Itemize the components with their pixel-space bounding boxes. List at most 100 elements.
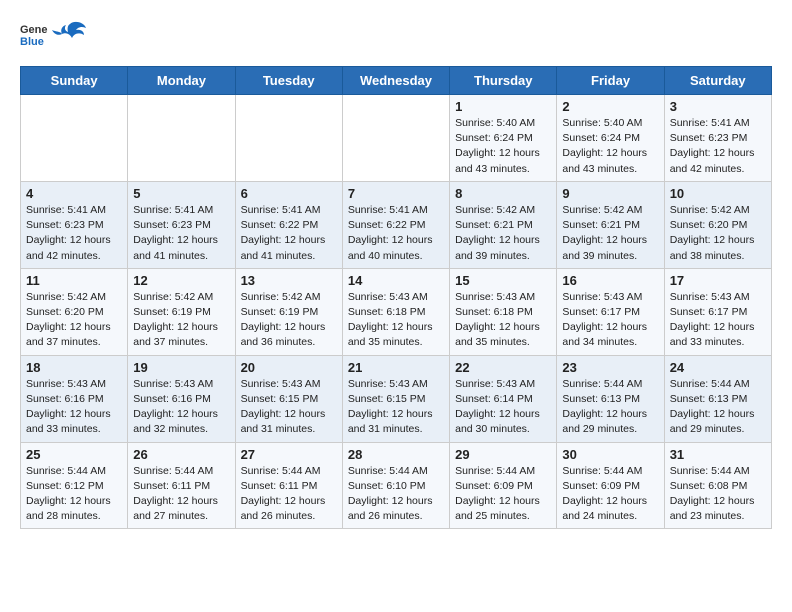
calendar-cell: 14Sunrise: 5:43 AM Sunset: 6:18 PM Dayli… xyxy=(342,268,449,355)
calendar-cell: 1 Sunrise: 5:40 AM Sunset: 6:24 PM Daylig… xyxy=(450,95,557,182)
weekday-header-wednesday: Wednesday xyxy=(342,67,449,95)
day-info: Sunrise: 5:43 AM Sunset: 6:17 PM Dayligh… xyxy=(562,290,658,351)
calendar-cell: 26 Sunrise: 5:44 AM Sunset: 6:11 PM Dayli… xyxy=(128,442,235,529)
day-info: Sunrise: 5:43 AM Sunset: 6:18 PM Dayligh… xyxy=(455,290,551,351)
calendar-week-row: 18 Sunrise: 5:43 AM Sunset: 6:16 PM Dayli… xyxy=(21,355,772,442)
calendar-cell xyxy=(235,95,342,182)
day-info: Sunrise: 5:44 AM Sunset: 6:10 PM Dayligh… xyxy=(348,464,444,525)
calendar-table: SundayMondayTuesdayWednesdayThursdayFrid… xyxy=(20,66,772,529)
day-number: 1 xyxy=(455,99,551,114)
day-number: 17 xyxy=(670,273,766,288)
day-info: Sunrise: 5:42 AM Sunset: 6:21 PM Dayligh… xyxy=(562,203,658,264)
day-number: 9 xyxy=(562,186,658,201)
day-info: Sunrise: 5:41 AM Sunset: 6:22 PM Dayligh… xyxy=(348,203,444,264)
calendar-header-row: SundayMondayTuesdayWednesdayThursdayFrid… xyxy=(21,67,772,95)
calendar-cell: 23 Sunrise: 5:44 AM Sunset: 6:13 PM Dayli… xyxy=(557,355,664,442)
day-info: Sunrise: 5:44 AM Sunset: 6:12 PM Dayligh… xyxy=(26,464,122,525)
day-number: 14 xyxy=(348,273,444,288)
day-number: 2 xyxy=(562,99,658,114)
calendar-cell: 12 Sunrise: 5:42 AM Sunset: 6:19 PM Dayli… xyxy=(128,268,235,355)
calendar-cell: 15 Sunrise: 5:43 AM Sunset: 6:18 PM Dayli… xyxy=(450,268,557,355)
logo-bird-icon xyxy=(52,20,88,50)
calendar-cell: 13 Sunrise: 5:42 AM Sunset: 6:19 PM Dayli… xyxy=(235,268,342,355)
calendar-cell: 27Sunrise: 5:44 AM Sunset: 6:11 PM Dayli… xyxy=(235,442,342,529)
day-info: Sunrise: 5:44 AM Sunset: 6:09 PM Dayligh… xyxy=(455,464,551,525)
day-info: Sunrise: 5:44 AM Sunset: 6:13 PM Dayligh… xyxy=(670,377,766,438)
calendar-cell: 4 Sunrise: 5:41 AM Sunset: 6:23 PM Daylig… xyxy=(21,181,128,268)
day-number: 23 xyxy=(562,360,658,375)
calendar-cell: 8Sunrise: 5:42 AM Sunset: 6:21 PM Daylig… xyxy=(450,181,557,268)
day-number: 10 xyxy=(670,186,766,201)
calendar-cell: 19 Sunrise: 5:43 AM Sunset: 6:16 PM Dayli… xyxy=(128,355,235,442)
day-info: Sunrise: 5:42 AM Sunset: 6:20 PM Dayligh… xyxy=(26,290,122,351)
day-info: Sunrise: 5:44 AM Sunset: 6:11 PM Dayligh… xyxy=(133,464,229,525)
calendar-week-row: 11 Sunrise: 5:42 AM Sunset: 6:20 PM Dayli… xyxy=(21,268,772,355)
calendar-cell: 30Sunrise: 5:44 AM Sunset: 6:09 PM Dayli… xyxy=(557,442,664,529)
calendar-cell: 2 Sunrise: 5:40 AM Sunset: 6:24 PM Daylig… xyxy=(557,95,664,182)
calendar-week-row: 4 Sunrise: 5:41 AM Sunset: 6:23 PM Daylig… xyxy=(21,181,772,268)
day-number: 11 xyxy=(26,273,122,288)
page-header: General Blue xyxy=(20,20,772,50)
weekday-header-friday: Friday xyxy=(557,67,664,95)
day-number: 18 xyxy=(26,360,122,375)
day-number: 27 xyxy=(241,447,337,462)
day-info: Sunrise: 5:44 AM Sunset: 6:13 PM Dayligh… xyxy=(562,377,658,438)
calendar-cell xyxy=(128,95,235,182)
day-info: Sunrise: 5:41 AM Sunset: 6:23 PM Dayligh… xyxy=(670,116,766,177)
day-info: Sunrise: 5:42 AM Sunset: 6:19 PM Dayligh… xyxy=(133,290,229,351)
day-number: 13 xyxy=(241,273,337,288)
day-info: Sunrise: 5:40 AM Sunset: 6:24 PM Dayligh… xyxy=(455,116,551,177)
day-number: 5 xyxy=(133,186,229,201)
day-info: Sunrise: 5:41 AM Sunset: 6:22 PM Dayligh… xyxy=(241,203,337,264)
day-number: 16 xyxy=(562,273,658,288)
day-info: Sunrise: 5:40 AM Sunset: 6:24 PM Dayligh… xyxy=(562,116,658,177)
day-info: Sunrise: 5:43 AM Sunset: 6:15 PM Dayligh… xyxy=(241,377,337,438)
svg-text:Blue: Blue xyxy=(20,36,44,48)
calendar-cell: 29 Sunrise: 5:44 AM Sunset: 6:09 PM Dayli… xyxy=(450,442,557,529)
day-info: Sunrise: 5:41 AM Sunset: 6:23 PM Dayligh… xyxy=(26,203,122,264)
day-number: 26 xyxy=(133,447,229,462)
day-number: 15 xyxy=(455,273,551,288)
day-info: Sunrise: 5:43 AM Sunset: 6:16 PM Dayligh… xyxy=(133,377,229,438)
calendar-week-row: 25 Sunrise: 5:44 AM Sunset: 6:12 PM Dayli… xyxy=(21,442,772,529)
day-number: 29 xyxy=(455,447,551,462)
calendar-cell: 25 Sunrise: 5:44 AM Sunset: 6:12 PM Dayli… xyxy=(21,442,128,529)
day-number: 21 xyxy=(348,360,444,375)
calendar-cell: 17 Sunrise: 5:43 AM Sunset: 6:17 PM Dayli… xyxy=(664,268,771,355)
day-number: 12 xyxy=(133,273,229,288)
calendar-cell: 10 Sunrise: 5:42 AM Sunset: 6:20 PM Dayli… xyxy=(664,181,771,268)
svg-text:General: General xyxy=(20,24,48,36)
day-number: 30 xyxy=(562,447,658,462)
calendar-cell: 5 Sunrise: 5:41 AM Sunset: 6:23 PM Daylig… xyxy=(128,181,235,268)
day-info: Sunrise: 5:42 AM Sunset: 6:20 PM Dayligh… xyxy=(670,203,766,264)
day-number: 20 xyxy=(241,360,337,375)
calendar-cell xyxy=(342,95,449,182)
logo-icon: General Blue xyxy=(20,21,48,49)
calendar-cell: 18Sunrise: 5:43 AM Sunset: 6:16 PM Dayli… xyxy=(21,355,128,442)
day-number: 6 xyxy=(241,186,337,201)
calendar-week-row: 1 Sunrise: 5:40 AM Sunset: 6:24 PM Daylig… xyxy=(21,95,772,182)
day-number: 22 xyxy=(455,360,551,375)
calendar-cell: 7 Sunrise: 5:41 AM Sunset: 6:22 PM Daylig… xyxy=(342,181,449,268)
day-info: Sunrise: 5:43 AM Sunset: 6:17 PM Dayligh… xyxy=(670,290,766,351)
day-number: 4 xyxy=(26,186,122,201)
calendar-cell: 16 Sunrise: 5:43 AM Sunset: 6:17 PM Dayli… xyxy=(557,268,664,355)
day-number: 19 xyxy=(133,360,229,375)
calendar-cell: 9 Sunrise: 5:42 AM Sunset: 6:21 PM Daylig… xyxy=(557,181,664,268)
day-info: Sunrise: 5:43 AM Sunset: 6:15 PM Dayligh… xyxy=(348,377,444,438)
weekday-header-sunday: Sunday xyxy=(21,67,128,95)
weekday-header-saturday: Saturday xyxy=(664,67,771,95)
calendar-cell: 28 Sunrise: 5:44 AM Sunset: 6:10 PM Dayli… xyxy=(342,442,449,529)
day-info: Sunrise: 5:42 AM Sunset: 6:19 PM Dayligh… xyxy=(241,290,337,351)
day-number: 7 xyxy=(348,186,444,201)
day-info: Sunrise: 5:43 AM Sunset: 6:14 PM Dayligh… xyxy=(455,377,551,438)
calendar-cell xyxy=(21,95,128,182)
weekday-header-tuesday: Tuesday xyxy=(235,67,342,95)
weekday-header-monday: Monday xyxy=(128,67,235,95)
day-number: 25 xyxy=(26,447,122,462)
calendar-cell: 3Sunrise: 5:41 AM Sunset: 6:23 PM Daylig… xyxy=(664,95,771,182)
calendar-cell: 24Sunrise: 5:44 AM Sunset: 6:13 PM Dayli… xyxy=(664,355,771,442)
day-info: Sunrise: 5:41 AM Sunset: 6:23 PM Dayligh… xyxy=(133,203,229,264)
day-number: 28 xyxy=(348,447,444,462)
logo: General Blue xyxy=(20,20,88,50)
